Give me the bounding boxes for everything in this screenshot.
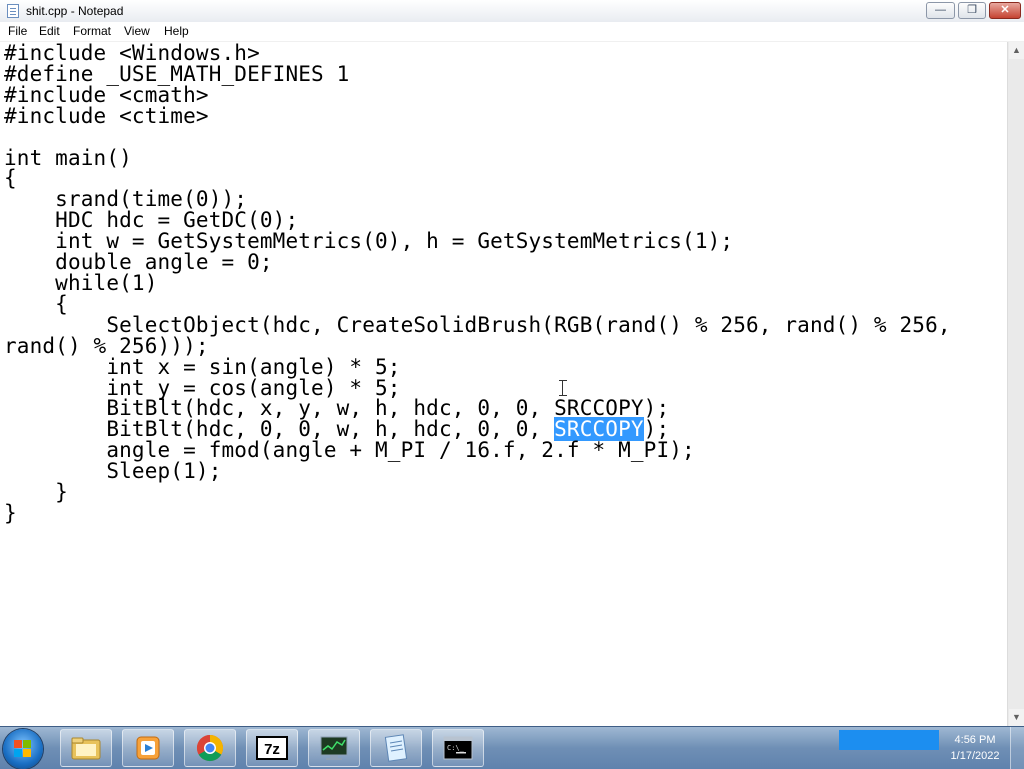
clock-date: 1/17/2022: [950, 750, 1000, 762]
close-button[interactable]: ✕: [989, 2, 1021, 19]
code-line[interactable]: int main(): [4, 146, 132, 170]
system-clock[interactable]: 4:56 PM 1/17/2022: [944, 732, 1006, 764]
menu-view[interactable]: View: [124, 24, 150, 38]
menu-help[interactable]: Help: [164, 24, 189, 38]
notepad-app-icon[interactable]: [7, 4, 19, 18]
task-manager-icon[interactable]: [308, 729, 360, 767]
window-title: shit.cpp - Notepad: [26, 4, 124, 18]
code-text[interactable]: #include <Windows.h> #define _USE_MATH_D…: [4, 43, 951, 524]
text-editor[interactable]: #include <Windows.h> #define _USE_MATH_D…: [0, 42, 1007, 726]
show-desktop-button[interactable]: [1010, 727, 1024, 769]
scroll-up-arrow-icon[interactable]: ▲: [1009, 42, 1024, 59]
code-line[interactable]: #include <ctime>: [4, 104, 209, 128]
taskbar-tray-highlight: [839, 730, 939, 750]
text-cursor-icon: [559, 380, 567, 396]
taskbar: 7z C:\_ 4:56 PM 1/17/2022: [0, 726, 1024, 769]
menu-bar: File Edit Format View Help: [0, 22, 1024, 42]
code-line[interactable]: }: [4, 501, 17, 525]
svg-text:7z: 7z: [264, 741, 280, 758]
chrome-icon[interactable]: [184, 729, 236, 767]
scroll-down-arrow-icon[interactable]: ▼: [1009, 709, 1024, 726]
start-orb-icon[interactable]: [3, 729, 43, 769]
menu-edit[interactable]: Edit: [39, 24, 60, 38]
menu-file[interactable]: File: [8, 24, 27, 38]
media-player-icon[interactable]: [122, 729, 174, 767]
vertical-scrollbar[interactable]: ▲ ▼: [1007, 42, 1024, 726]
minimize-button[interactable]: —: [926, 2, 955, 19]
menu-format[interactable]: Format: [73, 24, 111, 38]
maximize-button[interactable]: ❐: [958, 2, 986, 19]
clock-time: 4:56 PM: [954, 734, 996, 746]
7zip-icon[interactable]: 7z: [246, 729, 298, 767]
file-explorer-icon[interactable]: [60, 729, 112, 767]
title-bar[interactable]: shit.cpp - Notepad — ❐ ✕: [0, 0, 1024, 23]
svg-text:C:\_: C:\_: [447, 744, 465, 752]
command-prompt-icon[interactable]: C:\_: [432, 729, 484, 767]
notepad-icon[interactable]: [370, 729, 422, 767]
